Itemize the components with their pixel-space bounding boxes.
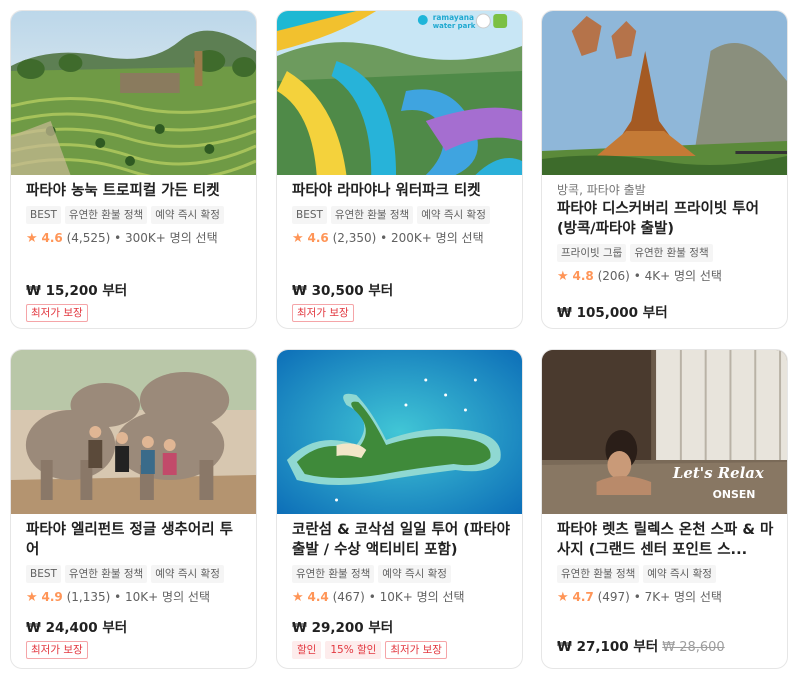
product-title[interactable]: 파타야 디스커버리 프라이빗 투어 (방콕/파타야 출발) [557,199,775,239]
tag: BEST [292,206,327,224]
product-card[interactable]: 코란섬 & 코삭섬 일일 투어 (파타야 출발 / 수상 액티비티 포함) 유연… [276,349,523,669]
logo-text: ramayana [433,13,474,22]
review-count: (497) [597,590,630,604]
rating: ★ 4.4 (467) • 10K+ 명의 선택 [292,588,510,607]
review-count: (206) [597,269,630,283]
tag: 유연한 환불 정책 [630,244,713,262]
lowest-price-badge: 최저가 보장 [26,304,88,322]
discount-badge: 할인 [292,641,322,659]
tag-list: BEST 유연한 환불 정책 예약 즉시 확정 [26,565,244,583]
rating-score: 4.7 [572,590,594,604]
tag-list: 유연한 환불 정책 예약 즉시 확정 [557,565,775,583]
product-title[interactable]: 파타야 엘리펀트 정글 생추어리 투어 [26,520,244,560]
star-icon: ★ [557,590,569,605]
product-image [542,11,787,175]
star-icon: ★ [26,231,38,246]
rating: ★ 4.9 (1,135) • 10K+ 명의 선택 [26,588,244,607]
product-image [277,350,522,514]
product-image: ramayana water park [277,11,522,175]
original-price: ₩ 28,600 [662,640,725,655]
selection-count: • 4K+ 명의 선택 [633,269,722,283]
star-icon: ★ [292,231,304,246]
tag: BEST [26,206,61,224]
product-image: Let's Relax ONSEN [542,350,787,514]
selection-count: • 10K+ 명의 선택 [114,590,211,604]
selection-count: • 200K+ 명의 선택 [380,231,484,245]
product-card[interactable]: 파타야 농눅 트로피컬 가든 티켓 BEST 유연한 환불 정책 예약 즉시 확… [10,10,257,329]
tag: 유연한 환불 정책 [292,565,375,583]
price-section: ₩ 24,400 부터 최저가 보장 [26,619,244,659]
price: ₩ 30,500 부터 [292,283,394,299]
tag: 예약 즉시 확정 [378,565,451,583]
product-image [11,350,256,514]
price: ₩ 29,200 부터 [292,620,394,636]
tag-list: 유연한 환불 정책 예약 즉시 확정 [292,565,510,583]
review-count: (1,135) [66,590,111,604]
rating-score: 4.6 [41,231,63,245]
departure-info: 방콕, 파타야 출발 [557,183,646,197]
rating-score: 4.4 [307,590,329,604]
star-icon: ★ [26,590,38,605]
price: ₩ 24,400 부터 [26,620,128,636]
review-count: (2,350) [332,231,377,245]
product-title[interactable]: 파타야 렛츠 릴렉스 온천 스파 & 마사지 (그랜드 센터 포인트 스... [557,520,775,560]
rating-score: 4.8 [572,269,594,283]
review-count: (467) [332,590,365,604]
product-title[interactable]: 파타야 농눅 트로피컬 가든 티켓 [26,181,244,201]
tag: 유연한 환불 정책 [64,206,148,224]
lowest-price-badge: 최저가 보장 [26,641,88,659]
product-card[interactable]: Let's Relax ONSEN 파타야 렛츠 릴렉스 온천 스파 & 마사지… [541,349,788,669]
product-card[interactable]: 파타야 엘리펀트 정글 생추어리 투어 BEST 유연한 환불 정책 예약 즉시… [10,349,257,669]
price-section: ₩ 27,100 부터 ₩ 28,600 [557,638,775,657]
price-section: ₩ 29,200 부터 할인 15% 할인 최저가 보장 [292,619,510,659]
price-section: ₩ 105,000 부터 [557,304,775,322]
rating-score: 4.6 [307,231,329,245]
tag: 프라이빗 그룹 [557,244,627,262]
tag: 예약 즉시 확정 [643,565,716,583]
logo-text: Let's Relax [672,464,765,482]
rating: ★ 4.6 (4,525) • 300K+ 명의 선택 [26,229,244,248]
tag-list: BEST 유연한 환불 정책 예약 즉시 확정 [292,206,510,224]
tag: 유연한 환불 정책 [64,565,148,583]
rating: ★ 4.7 (497) • 7K+ 명의 선택 [557,588,775,607]
price: ₩ 15,200 부터 [26,283,128,299]
tag: 예약 즉시 확정 [151,565,224,583]
tag-list: 프라이빗 그룹 유연한 환불 정책 [557,244,775,262]
price-section: ₩ 15,200 부터 최저가 보장 [26,282,244,322]
selection-count: • 7K+ 명의 선택 [633,590,722,604]
lowest-price-badge: 최저가 보장 [292,304,354,322]
star-icon: ★ [292,590,304,605]
product-title[interactable]: 코란섬 & 코삭섬 일일 투어 (파타야 출발 / 수상 액티비티 포함) [292,520,510,560]
lowest-price-badge: 최저가 보장 [385,641,447,659]
price: ₩ 27,100 부터 ₩ 28,600 [557,638,775,657]
rating-score: 4.9 [41,590,63,604]
product-title[interactable]: 파타야 라마야나 워터파크 티켓 [292,181,510,201]
discount-percent-badge: 15% 할인 [325,641,382,659]
rating: ★ 4.8 (206) • 4K+ 명의 선택 [557,267,775,286]
star-icon: ★ [557,269,569,284]
tag: 예약 즉시 확정 [151,206,224,224]
selection-count: • 300K+ 명의 선택 [114,231,218,245]
tag: 유연한 환불 정책 [330,206,414,224]
product-card[interactable]: 방콕, 파타야 출발 파타야 디스커버리 프라이빗 투어 (방콕/파타야 출발)… [541,10,788,329]
logo-text: ONSEN [713,488,756,501]
tag-list: BEST 유연한 환불 정책 예약 즉시 확정 [26,206,244,224]
review-count: (4,525) [66,231,111,245]
rating: ★ 4.6 (2,350) • 200K+ 명의 선택 [292,229,510,248]
price: ₩ 105,000 부터 [557,305,668,321]
selection-count: • 10K+ 명의 선택 [368,590,465,604]
logo-text: water park [433,22,476,30]
product-image [11,11,256,175]
price-section: ₩ 30,500 부터 최저가 보장 [292,282,510,322]
product-card[interactable]: ramayana water park 파타야 라마야나 워터파크 티켓 BES… [276,10,523,329]
tag: BEST [26,565,61,583]
tag: 예약 즉시 확정 [417,206,490,224]
current-price: ₩ 27,100 부터 [557,639,659,655]
tag: 유연한 환불 정책 [557,565,640,583]
